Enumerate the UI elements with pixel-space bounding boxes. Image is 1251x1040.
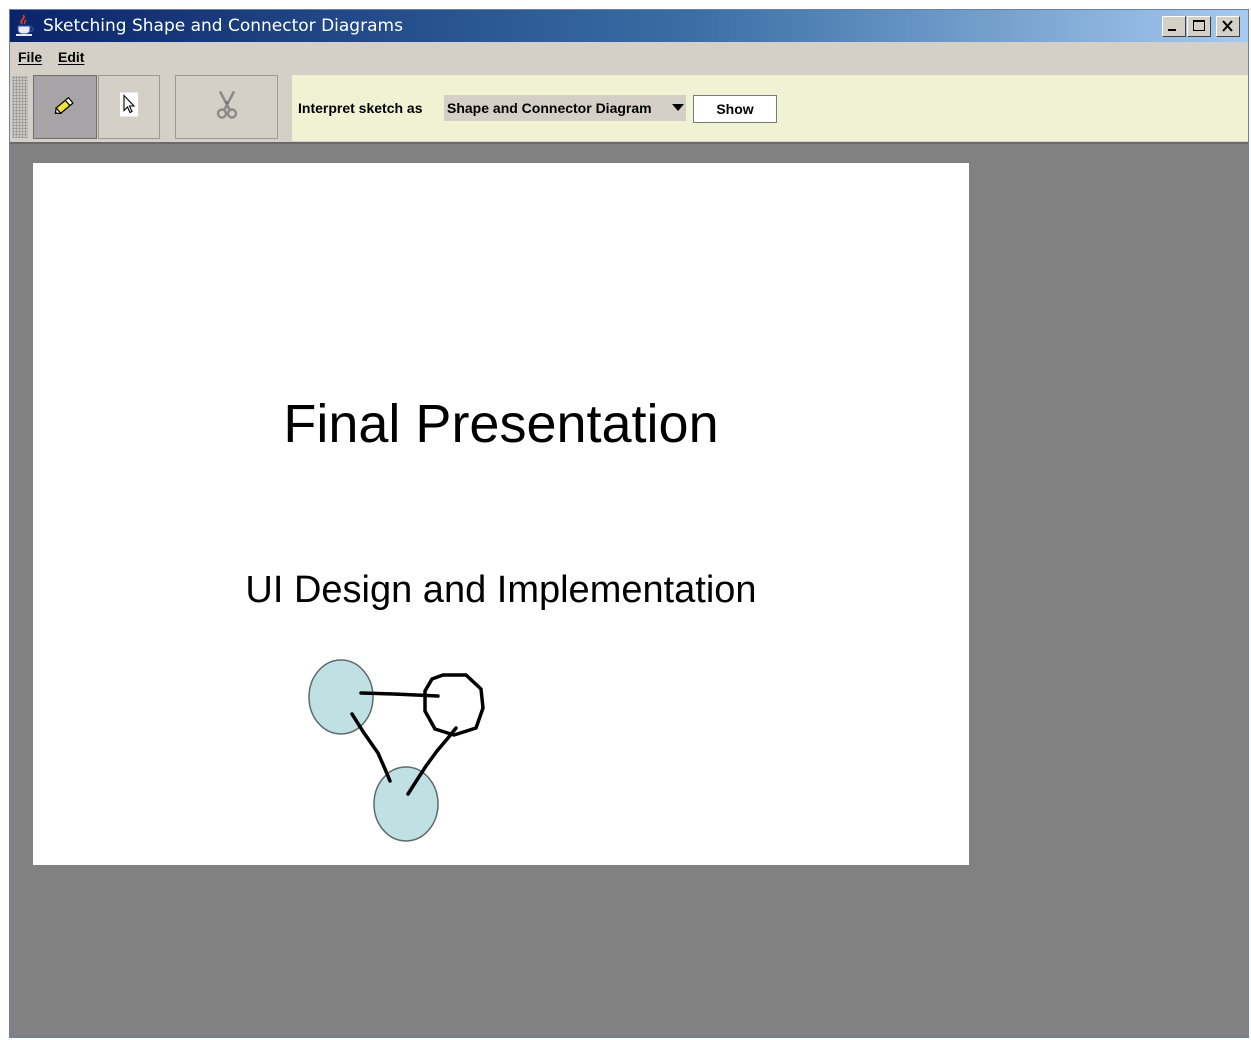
cut-tool-button[interactable] xyxy=(175,75,278,139)
menu-edit[interactable]: Edit xyxy=(58,49,84,65)
sketch-octagon[interactable] xyxy=(423,673,485,737)
menu-bar: File Edit xyxy=(10,42,1248,72)
toolbar-divider xyxy=(10,142,1248,144)
slide-subtitle: UI Design and Implementation xyxy=(245,569,757,611)
sketch-canvas[interactable]: Final Presentation UI Design and Impleme… xyxy=(33,163,969,865)
interpret-label: Interpret sketch as xyxy=(298,100,423,116)
sketch-connector-left[interactable] xyxy=(350,712,392,783)
toolbar-grip[interactable] xyxy=(12,76,28,138)
slide-title: Final Presentation xyxy=(283,394,719,454)
scissors-icon xyxy=(213,90,241,125)
sketched-diagram[interactable] xyxy=(298,653,508,853)
app-window: Sketching Shape and Connector Diagrams F… xyxy=(9,9,1249,1038)
toolbar: Interpret sketch as Shape and Connector … xyxy=(10,72,1248,142)
show-button[interactable]: Show xyxy=(693,95,777,123)
minimize-button[interactable] xyxy=(1162,16,1186,37)
pen-icon xyxy=(52,93,78,122)
maximize-button[interactable] xyxy=(1187,16,1211,37)
menu-file[interactable]: File xyxy=(18,49,42,65)
window-title: Sketching Shape and Connector Diagrams xyxy=(43,16,403,36)
java-cup-icon xyxy=(13,14,35,37)
sketch-ellipse-bottom[interactable] xyxy=(373,766,439,842)
pointer-icon xyxy=(120,92,138,122)
interpret-panel: Interpret sketch as Shape and Connector … xyxy=(292,75,1248,141)
chevron-down-icon xyxy=(672,104,684,111)
select-tool-button[interactable] xyxy=(98,75,160,139)
interpret-type-value: Shape and Connector Diagram xyxy=(447,100,652,116)
maximize-icon xyxy=(1193,20,1205,31)
title-bar[interactable]: Sketching Shape and Connector Diagrams xyxy=(10,10,1248,42)
pen-tool-button[interactable] xyxy=(33,75,97,139)
close-button[interactable] xyxy=(1216,16,1240,37)
sketch-ellipse-top-left[interactable] xyxy=(308,659,374,735)
close-icon xyxy=(1222,20,1233,32)
interpret-type-select[interactable]: Shape and Connector Diagram xyxy=(444,95,686,121)
minimize-icon xyxy=(1168,29,1176,31)
